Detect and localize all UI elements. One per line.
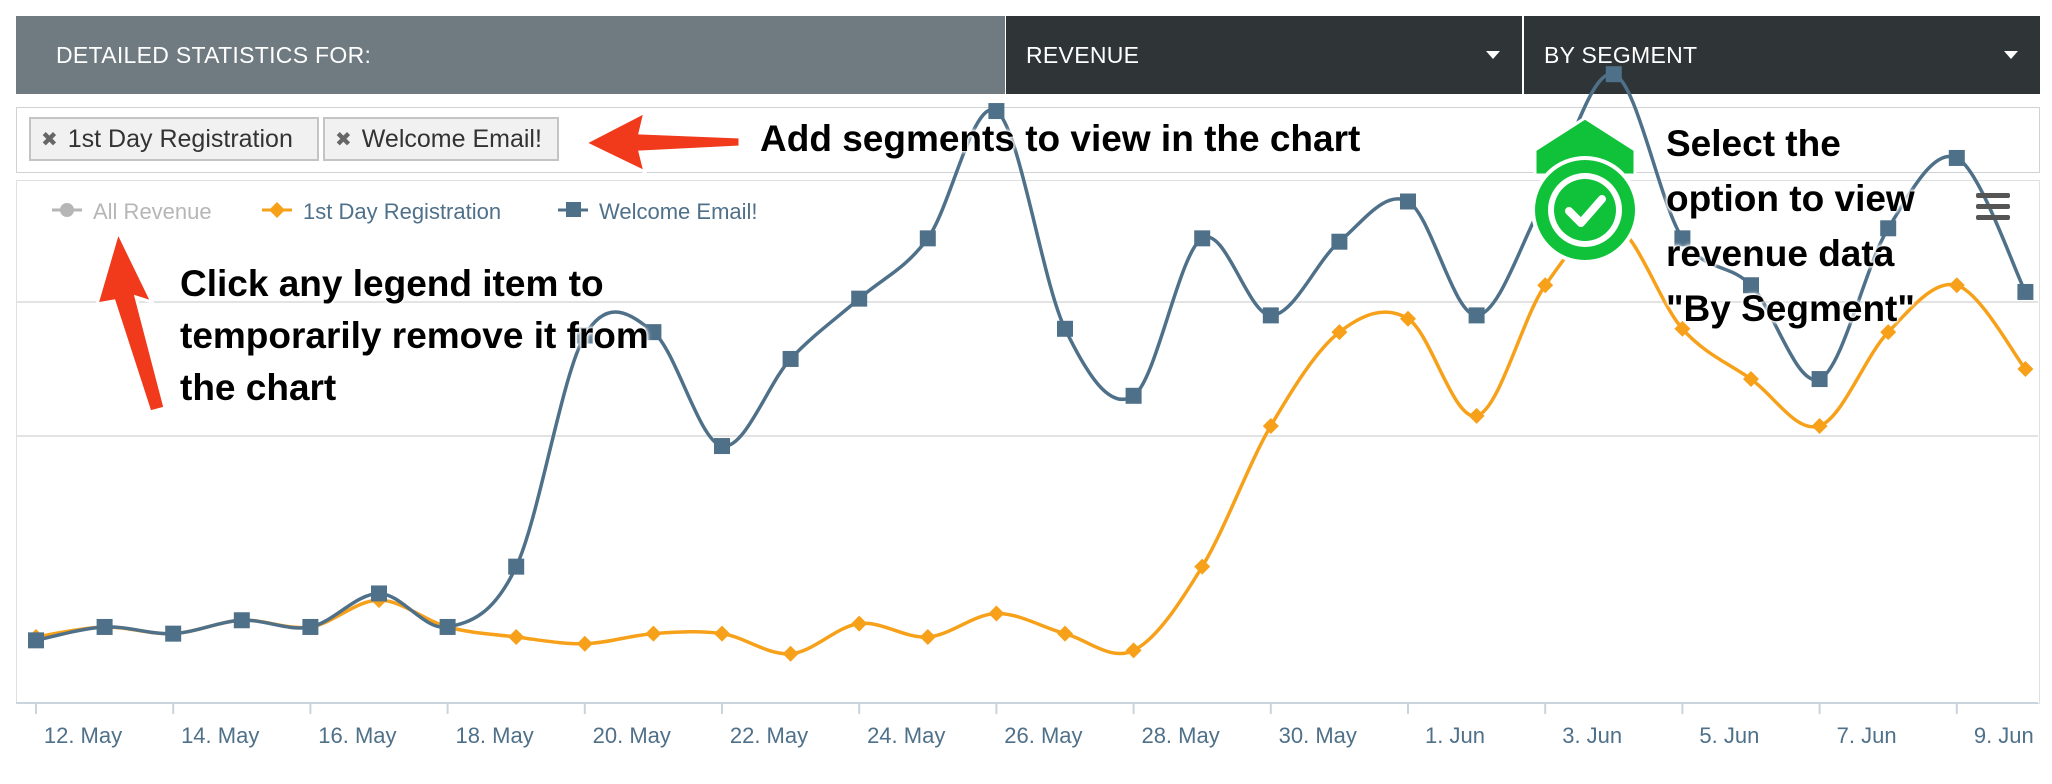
data-point[interactable] — [782, 645, 799, 662]
x-tick-label: 16. May — [318, 723, 396, 748]
checkmark-badge — [1531, 116, 1639, 264]
legend-marker — [269, 202, 285, 218]
data-point[interactable] — [1468, 407, 1485, 424]
x-tick-label: 7. Jun — [1837, 723, 1897, 748]
x-tick-label: 3. Jun — [1562, 723, 1622, 748]
chart-legend: All Revenue 1st Day Registration Welcome… — [52, 199, 758, 224]
data-point[interactable] — [371, 585, 387, 602]
annotation-legend-tip: Click any legend item to temporarily rem… — [180, 263, 649, 408]
data-point[interactable] — [1194, 230, 1211, 247]
legend-label: Welcome Email! — [599, 199, 758, 224]
data-point[interactable] — [1811, 417, 1828, 434]
annotation-select-option: Select the option to view revenue data "… — [1666, 123, 1915, 329]
data-point[interactable] — [1125, 387, 1142, 404]
x-tick-label: 30. May — [1279, 723, 1357, 748]
data-point[interactable] — [1811, 371, 1828, 388]
data-point[interactable] — [714, 625, 730, 642]
data-point[interactable] — [508, 629, 525, 645]
data-point[interactable] — [1400, 193, 1416, 210]
x-tick-label: 18. May — [455, 723, 533, 748]
x-tick-label: 22. May — [730, 723, 808, 748]
data-point[interactable] — [782, 350, 799, 367]
legend-marker — [566, 202, 581, 217]
legend-item-welcome-email[interactable]: Welcome Email! — [558, 199, 758, 224]
data-point[interactable] — [714, 438, 730, 455]
legend-item-all-revenue[interactable]: All Revenue — [52, 199, 212, 224]
data-point[interactable] — [233, 612, 250, 629]
data-point[interactable] — [1262, 307, 1279, 324]
x-axis: 12. May 14. May 16. May 18. May 20. May 22. M… — [16, 702, 2038, 748]
data-point[interactable] — [851, 290, 868, 307]
red-arrow-icon — [94, 227, 167, 414]
data-point[interactable] — [645, 625, 662, 642]
x-tick-label: 1. Jun — [1425, 723, 1485, 748]
data-point[interactable] — [576, 635, 593, 652]
data-point[interactable] — [439, 618, 456, 635]
data-point[interactable] — [1194, 558, 1211, 575]
data-point[interactable] — [302, 618, 319, 635]
data-point[interactable] — [1057, 320, 1073, 337]
annotation-add-segments: Add segments to view in the chart — [760, 118, 1361, 159]
data-point[interactable] — [2017, 283, 2034, 300]
legend-marker — [60, 203, 74, 217]
x-tick-label: 28. May — [1141, 723, 1219, 748]
data-point[interactable] — [1262, 417, 1279, 434]
data-point[interactable] — [1125, 642, 1142, 659]
data-point[interactable] — [919, 230, 936, 247]
data-point[interactable] — [1468, 307, 1485, 324]
data-point[interactable] — [1331, 233, 1348, 250]
x-tick-label: 12. May — [44, 723, 122, 748]
data-point[interactable] — [919, 629, 936, 645]
x-tick-label: 24. May — [867, 723, 945, 748]
x-tick-label: 14. May — [181, 723, 259, 748]
data-point[interactable] — [1605, 66, 1622, 83]
legend-label: 1st Day Registration — [303, 199, 501, 224]
data-point[interactable] — [28, 632, 44, 649]
legend-label: All Revenue — [93, 199, 212, 224]
data-point[interactable] — [508, 558, 525, 575]
data-point[interactable] — [96, 618, 113, 635]
data-point[interactable] — [1057, 625, 1073, 642]
data-point[interactable] — [165, 625, 182, 642]
x-tick-label: 26. May — [1004, 723, 1082, 748]
x-tick-label: 20. May — [593, 723, 671, 748]
red-arrow-icon — [581, 109, 742, 175]
x-tick-label: 5. Jun — [1699, 723, 1759, 748]
data-point[interactable] — [851, 615, 868, 632]
data-point[interactable] — [988, 605, 1005, 622]
x-tick-label: 9. Jun — [1974, 723, 2034, 748]
legend-item-1st-day-registration[interactable]: 1st Day Registration — [262, 199, 501, 224]
